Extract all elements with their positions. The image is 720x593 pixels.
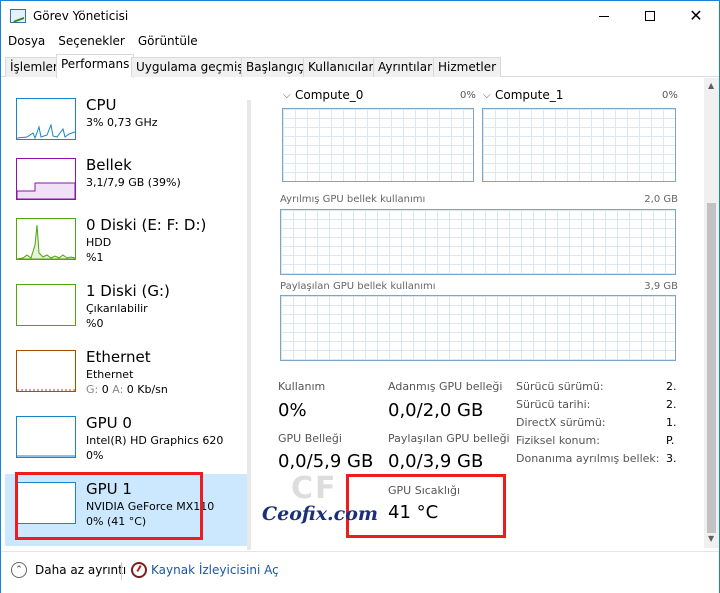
physical-location-value: P. — [666, 434, 675, 447]
sidebar-item-cpu[interactable]: CPU 3% 0,73 GHz — [5, 96, 247, 164]
ethernet-title: Ethernet — [86, 348, 151, 366]
disk-1-usage: %0 — [86, 317, 104, 330]
disk-0-type: HDD — [86, 236, 112, 249]
cpu-usage: 3% 0,73 GHz — [86, 116, 158, 129]
tab-app-history[interactable]: Uygulama geçmişi — [131, 57, 252, 77]
gpu-0-thumbnail-graph — [16, 416, 76, 458]
menu-options[interactable]: Seçenekler — [51, 32, 131, 52]
shared-memory-value: 0,0/3,9 GB — [388, 451, 484, 472]
watermark-text: Ceofix.com — [262, 503, 378, 525]
tab-users[interactable]: Kullanıcılar — [303, 57, 379, 77]
dedicated-memory-value: 0,0/2,0 GB — [388, 400, 484, 421]
tab-performance[interactable]: Performans — [56, 54, 135, 78]
close-button[interactable]: ✕ — [673, 1, 719, 31]
disk-0-title: 0 Diski (E: F: D:) — [86, 216, 207, 234]
ethernet-thumbnail-graph — [16, 350, 76, 392]
engine-1-pct: 0% — [662, 90, 678, 101]
tab-bar: İşlemler Performans Uygulama geçmişi Baş… — [1, 54, 719, 78]
engine-0-pct: 0% — [460, 90, 476, 101]
gpu-0-title: GPU 0 — [86, 414, 132, 432]
watermark-logo: CF — [291, 471, 338, 506]
dedicated-memory-graph-max: 2,0 GB — [644, 194, 678, 205]
sidebar-item-ethernet[interactable]: Ethernet Ethernet G: 0 A: 0 Kb/sn — [5, 348, 247, 416]
disk-0-usage: %1 — [86, 251, 104, 264]
physical-location-label: Fiziksel konum: — [516, 434, 600, 447]
usage-label: Kullanım — [278, 380, 326, 393]
sidebar-item-memory[interactable]: Bellek 3,1/7,9 GB (39%) — [5, 156, 247, 224]
fewer-details-link[interactable]: Daha az ayrıntı — [35, 563, 126, 577]
disk-1-type: Çıkarılabilir — [86, 302, 148, 315]
directx-version-value: 1. — [666, 416, 677, 429]
disk-1-title: 1 Diski (G:) — [86, 282, 170, 300]
memory-title: Bellek — [86, 156, 132, 174]
engine-0-graph — [282, 108, 474, 182]
engine-1-graph — [482, 108, 676, 182]
engine-selector-1[interactable]: Compute_1 — [495, 88, 563, 102]
task-manager-icon — [10, 9, 26, 23]
shared-memory-graph-label: Paylaşılan GPU bellek kullanımı — [280, 281, 436, 292]
gpu-memory-value: 0,0/5,9 GB — [278, 451, 374, 472]
cpu-title: CPU — [86, 96, 117, 114]
sidebar-item-disk-0[interactable]: 0 Diski (E: F: D:) HDD %1 — [5, 216, 247, 284]
maximize-icon — [645, 11, 655, 21]
footer-divider — [121, 562, 122, 580]
tab-services[interactable]: Hizmetler — [433, 57, 502, 77]
shared-memory-label: Paylaşılan GPU belleği — [388, 432, 510, 445]
scroll-down-icon[interactable]: ▼ — [708, 534, 714, 543]
panel-scrollbar[interactable]: ▲ ▼ — [704, 78, 719, 548]
cpu-thumbnail-graph — [16, 98, 76, 140]
tab-startup[interactable]: Başlangıç — [241, 57, 309, 77]
chevron-up-icon[interactable]: ⌃ — [11, 562, 27, 578]
tab-processes[interactable]: İşlemler — [5, 57, 63, 77]
chevron-down-icon[interactable]: ⌵ — [283, 90, 291, 101]
footer-bar: ⌃ Daha az ayrıntı Kaynak İzleyicisini Aç — [1, 551, 719, 593]
menu-view[interactable]: Görüntüle — [131, 32, 204, 52]
chevron-down-icon[interactable]: ⌵ — [483, 90, 491, 101]
resource-sidebar: CPU 3% 0,73 GHz Bellek 3,1/7,9 GB (39%) … — [1, 78, 251, 550]
scrollbar-thumb[interactable] — [707, 203, 716, 533]
ethernet-throughput: G: 0 A: 0 Kb/sn — [86, 383, 168, 396]
menu-bar: Dosya Seçenekler Görüntüle — [1, 32, 204, 52]
shared-memory-graph — [280, 295, 676, 361]
gpu-0-model: Intel(R) HD Graphics 620 — [86, 434, 224, 447]
menu-file[interactable]: Dosya — [1, 32, 51, 52]
ethernet-adapter: Ethernet — [86, 368, 134, 381]
disk-0-thumbnail-graph — [16, 218, 76, 260]
engine-selector-0[interactable]: Compute_0 — [295, 88, 363, 102]
resource-monitor-icon[interactable] — [131, 562, 147, 578]
tab-details[interactable]: Ayrıntılar — [373, 57, 438, 77]
driver-version-label: Sürücü sürümü: — [516, 380, 604, 393]
scroll-up-icon[interactable]: ▲ — [708, 81, 714, 90]
directx-version-label: DirectX sürümü: — [516, 416, 606, 429]
task-manager-window: Görev Yöneticisi ✕ Dosya Seçenekler Görü… — [0, 0, 720, 593]
minimize-button[interactable] — [581, 1, 627, 31]
usage-value: 0% — [278, 400, 307, 421]
dedicated-memory-graph-label: Ayrılmış GPU bellek kullanımı — [280, 194, 426, 205]
window-title: Görev Yöneticisi — [33, 9, 129, 23]
gpu-0-usage: 0% — [86, 449, 104, 462]
disk-1-thumbnail-graph — [16, 284, 76, 326]
driver-date-label: Sürücü tarihi: — [516, 398, 591, 411]
title-bar[interactable]: Görev Yöneticisi ✕ — [1, 1, 719, 31]
highlight-box-gpu-1 — [15, 472, 203, 540]
close-icon: ✕ — [689, 6, 703, 25]
hardware-reserved-memory-label: Donanıma ayrılmış bellek: — [516, 452, 660, 465]
dedicated-memory-label: Adanmış GPU belleği — [388, 380, 503, 393]
driver-version-value: 2. — [666, 380, 677, 393]
dedicated-memory-graph — [280, 209, 676, 275]
shared-memory-graph-max: 3,9 GB — [644, 281, 678, 292]
open-resource-monitor-link[interactable]: Kaynak İzleyicisini Aç — [151, 563, 279, 577]
gpu-memory-label: GPU Belleği — [278, 432, 342, 445]
hardware-reserved-memory-value: 3. — [666, 452, 677, 465]
memory-usage: 3,1/7,9 GB (39%) — [86, 176, 181, 189]
sidebar-item-disk-1[interactable]: 1 Diski (G:) Çıkarılabilir %0 — [5, 282, 247, 350]
maximize-button[interactable] — [627, 1, 673, 31]
driver-date-value: 2. — [666, 398, 677, 411]
minimize-icon — [599, 15, 609, 17]
memory-thumbnail-graph — [16, 158, 76, 200]
sidebar-scrollbar[interactable] — [247, 100, 251, 550]
